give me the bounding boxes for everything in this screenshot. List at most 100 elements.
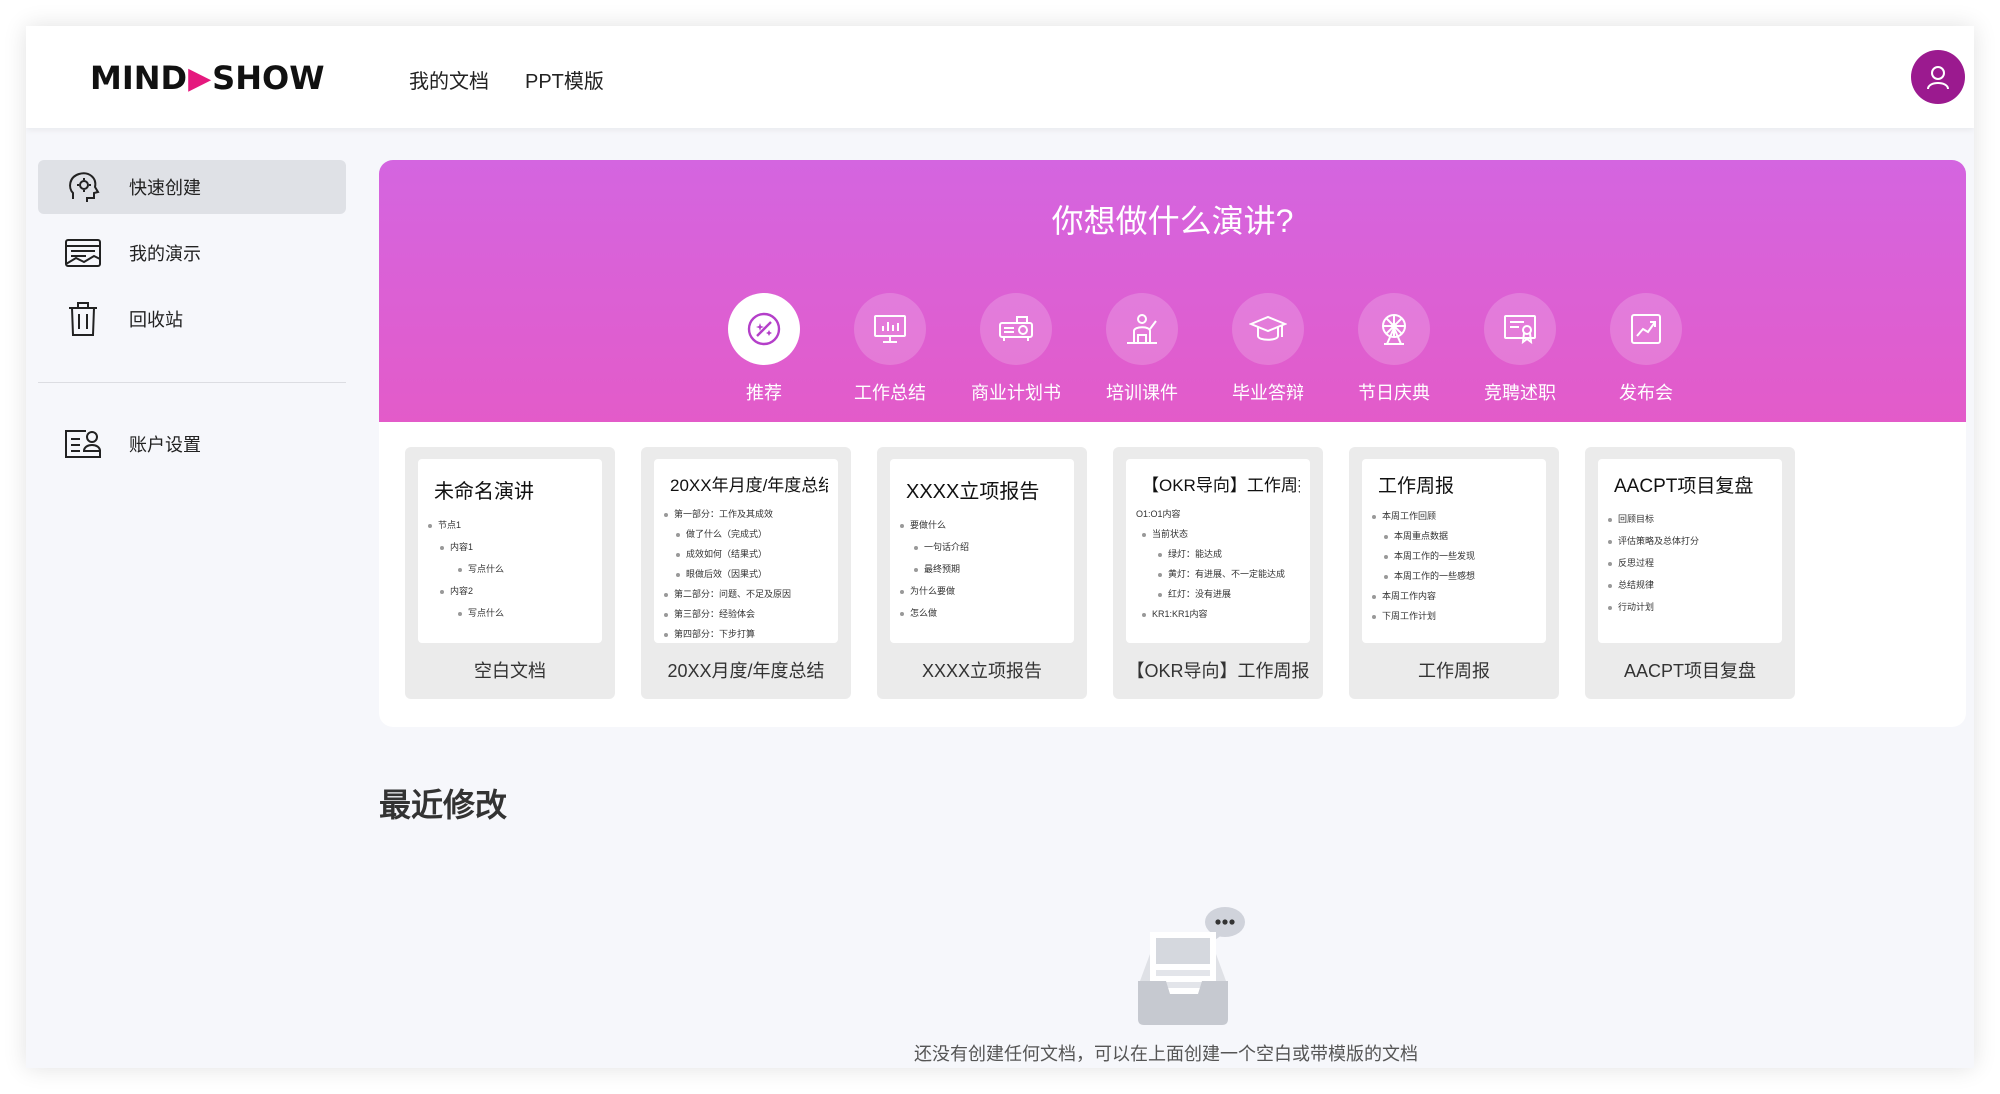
category-circle [1610,293,1682,365]
category-circle [854,293,926,365]
template-thumbnail: XXXX立项报告 要做什么 一句话介绍 最终预期 为什么要做 怎么做 [890,459,1074,643]
logo-play-mark: ▶ [188,60,212,96]
app-window: MIND ▶ SHOW 我的文档 PPT模版 快速创建 我的演示 回收站 账户设… [26,26,1974,1068]
template-card-aacpt-review[interactable]: AACPT项目复盘 回顾目标 评估策略及总体打分 反思过程 总结规律 行动计划 … [1585,447,1795,699]
user-avatar[interactable] [1911,50,1965,104]
template-name: 【OKR导向】工作周报 [1126,661,1310,681]
template-name: 20XX月度/年度总结 [667,661,825,681]
thumbnail-line: 本周工作的一些发现 [1372,546,1536,566]
category-circle [728,293,800,365]
empty-state-text: 还没有创建任何文档，可以在上面创建一个空白或带模版的文档 [26,1040,1974,1066]
category-label: 培训课件 [1106,383,1178,403]
category-label: 节日庆典 [1358,383,1430,403]
user-icon [1927,66,1949,90]
thumbnail-title: 【OKR导向】工作周报 [1142,476,1300,495]
category-label: 毕业答辩 [1232,383,1304,403]
category-competition[interactable]: 竞聘述职 [1457,293,1583,405]
empty-inbox-icon [1122,896,1262,1056]
thumbnail-line: 第一部分：工作及其成效 [664,504,828,524]
thumbnail-line: 写点什么 [428,558,592,580]
thumbnail-line: 眼做后效（因果式） [664,564,828,584]
category-circle [1358,293,1430,365]
chart-icon [1631,314,1661,344]
template-card-project-proposal[interactable]: XXXX立项报告 要做什么 一句话介绍 最终预期 为什么要做 怎么做 XXXX立… [877,447,1087,699]
category-circle [1106,293,1178,365]
top-header: MIND ▶ SHOW 我的文档 PPT模版 [26,26,1974,128]
thumbnail-line: 内容1 [428,536,592,558]
category-festival[interactable]: 节日庆典 [1331,293,1457,405]
sidebar-item-trash[interactable]: 回收站 [38,292,346,346]
thumbnail-line: 做了什么（完成式） [664,524,828,544]
category-launch-event[interactable]: 发布会 [1583,293,1709,405]
thumbnail-line: 为什么要做 [900,580,1064,602]
thumbnail-line: 写点什么 [428,602,592,624]
sidebar-item-label: 回收站 [129,310,183,330]
monitor-icon [874,315,906,343]
template-thumbnail: AACPT项目复盘 回顾目标 评估策略及总体打分 反思过程 总结规律 行动计划 [1598,459,1782,643]
category-work-summary[interactable]: 工作总结 [827,293,953,405]
sidebar-item-label: 快速创建 [129,178,201,198]
sidebar-item-quick-create[interactable]: 快速创建 [38,160,346,214]
thumbnail-line: 黄灯：有进展、不一定能达成 [1136,564,1300,584]
presentation-icon [64,234,102,272]
trash-icon [64,300,102,338]
template-thumbnail: 【OKR导向】工作周报 O1:O1内容 当前状态 绿灯：能达成 黄灯：有进展、不… [1126,459,1310,643]
thumbnail-line: 最终预期 [900,558,1064,580]
thumbnail-line: 回顾目标 [1608,508,1772,530]
template-card-annual-summary[interactable]: 20XX年月度/年度总结 第一部分：工作及其成效 做了什么（完成式） 成效如何（… [641,447,851,699]
thumbnail-line: 要做什么 [900,514,1064,536]
template-name: 工作周报 [1418,661,1490,681]
account-settings-icon [64,425,102,463]
thumbnail-line: 本周工作的一些感想 [1372,566,1536,586]
category-label: 发布会 [1619,383,1673,403]
thumbnail-line: 红灯：没有进展 [1136,584,1300,604]
empty-state-message: 还没有创建任何文档，可以在上面创建一个空白或带模版的文档 [914,1044,1418,1064]
thumbnail-line: 第四部分：下步打算 [664,624,828,643]
hero-title: 你想做什么演讲? [1051,203,1294,239]
template-thumbnail: 工作周报 本周工作回顾 本周重点数据 本周工作的一些发现 本周工作的一些感想 本… [1362,459,1546,643]
thumbnail-line: 绿灯：能达成 [1136,544,1300,564]
category-label: 竞聘述职 [1484,383,1556,403]
template-thumbnail: 20XX年月度/年度总结 第一部分：工作及其成效 做了什么（完成式） 成效如何（… [654,459,838,643]
category-label: 工作总结 [854,383,926,403]
sidebar-divider [38,382,346,383]
nav-ppt-templates[interactable]: PPT模版 [525,62,604,102]
category-circle [1484,293,1556,365]
template-card-blank[interactable]: 未命名演讲 节点1 内容1 写点什么 内容2 写点什么 空白文档 [405,447,615,699]
template-thumbnail: 未命名演讲 节点1 内容1 写点什么 内容2 写点什么 [418,459,602,643]
thumbnail-line: KR1:KR1内容 [1136,604,1300,624]
category-circle [980,293,1052,365]
thumbnail-title: 工作周报 [1378,476,1455,497]
quick-create-icon [64,168,102,206]
category-recommend[interactable]: 推荐 [701,293,827,405]
thumbnail-line: 怎么做 [900,602,1064,624]
top-nav: 我的文档 PPT模版 [409,62,604,102]
thumbnail-line: 反思过程 [1608,552,1772,574]
template-name: 空白文档 [474,661,546,681]
sidebar-item-account-settings[interactable]: 账户设置 [38,417,346,471]
category-business-plan[interactable]: 商业计划书 [953,293,1079,405]
ferris-wheel-icon [1382,314,1406,345]
template-card-weekly-report[interactable]: 工作周报 本周工作回顾 本周重点数据 本周工作的一些发现 本周工作的一些感想 本… [1349,447,1559,699]
category-list: 推荐 工作总结 商业计划书 培训课件 毕业答辩 节日庆典 竞聘述职 发布会 [701,293,1709,405]
sidebar: 快速创建 我的演示 回收站 账户设置 [38,160,346,483]
category-graduation[interactable]: 毕业答辩 [1205,293,1331,405]
sidebar-item-label: 账户设置 [129,435,201,455]
logo-text-right: SHOW [212,59,325,97]
thumbnail-title: AACPT项目复盘 [1614,476,1754,497]
template-list: 未命名演讲 节点1 内容1 写点什么 内容2 写点什么 空白文档 20XX年月度… [405,447,1795,699]
template-card-okr-weekly[interactable]: 【OKR导向】工作周报 O1:O1内容 当前状态 绿灯：能达成 黄灯：有进展、不… [1113,447,1323,699]
projector-icon [999,316,1033,341]
category-label: 商业计划书 [971,383,1061,403]
nav-my-documents[interactable]: 我的文档 [409,62,489,102]
thumbnail-line: 成效如何（结果式） [664,544,828,564]
sidebar-item-my-presentations[interactable]: 我的演示 [38,226,346,280]
thumbnail-line: 当前状态 [1136,524,1300,544]
mindshow-logo[interactable]: MIND ▶ SHOW [90,56,325,100]
teacher-icon [1127,314,1157,344]
hero-banner: 你想做什么演讲? 推荐 工作总结 商业计划书 培训课件 毕业答辩 节日庆典 竞聘… [379,160,1966,422]
recommend-icon [747,312,781,346]
thumbnail-line: 本周工作内容 [1372,586,1536,606]
category-training[interactable]: 培训课件 [1079,293,1205,405]
thumbnail-line: 评估策略及总体打分 [1608,530,1772,552]
